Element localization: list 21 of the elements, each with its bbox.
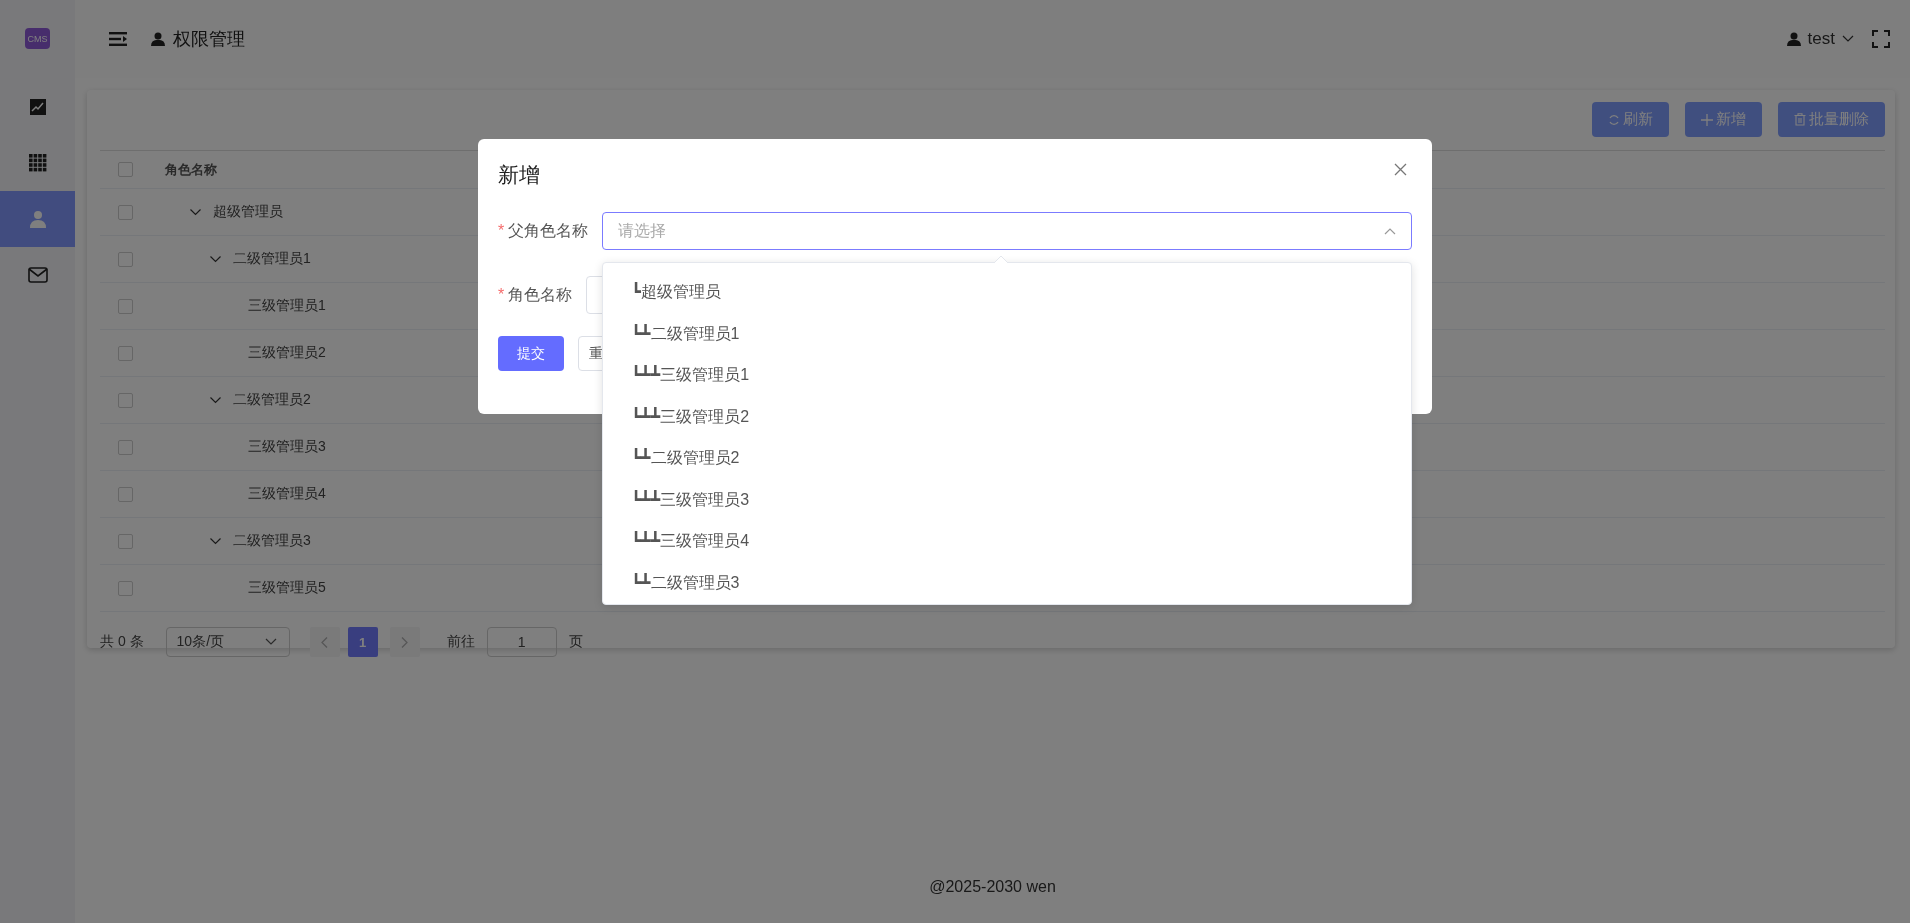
table-cell: 二级管理员1 xyxy=(233,250,311,268)
page-title: 权限管理 xyxy=(173,28,245,51)
required-mark: * xyxy=(498,222,505,240)
table-cell: 三级管理员4 xyxy=(248,485,326,503)
table-cell: 三级管理员1 xyxy=(248,297,326,315)
required-mark: * xyxy=(498,286,505,304)
dialog-title: 新增 xyxy=(498,162,540,188)
table-cell: 三级管理员2 xyxy=(248,344,326,362)
total-count: 共 0 条 xyxy=(100,633,144,651)
field-label: 父角色名称 xyxy=(508,220,589,241)
table-cell: 超级管理员 xyxy=(213,203,283,221)
table-cell: 二级管理员3 xyxy=(233,532,311,550)
goto-label: 前往 xyxy=(446,633,475,651)
logo-badge: CMS xyxy=(25,28,50,49)
table-cell: 三级管理员5 xyxy=(248,579,326,597)
table-cell: 三级管理员3 xyxy=(248,438,326,456)
table-cell: 二级管理员2 xyxy=(233,391,311,409)
page-suffix: 页 xyxy=(568,633,583,651)
footer-text: @2025-2030 wen xyxy=(929,877,1056,896)
field-label: 角色名称 xyxy=(508,284,573,305)
column-header: 角色名称 xyxy=(164,160,217,179)
